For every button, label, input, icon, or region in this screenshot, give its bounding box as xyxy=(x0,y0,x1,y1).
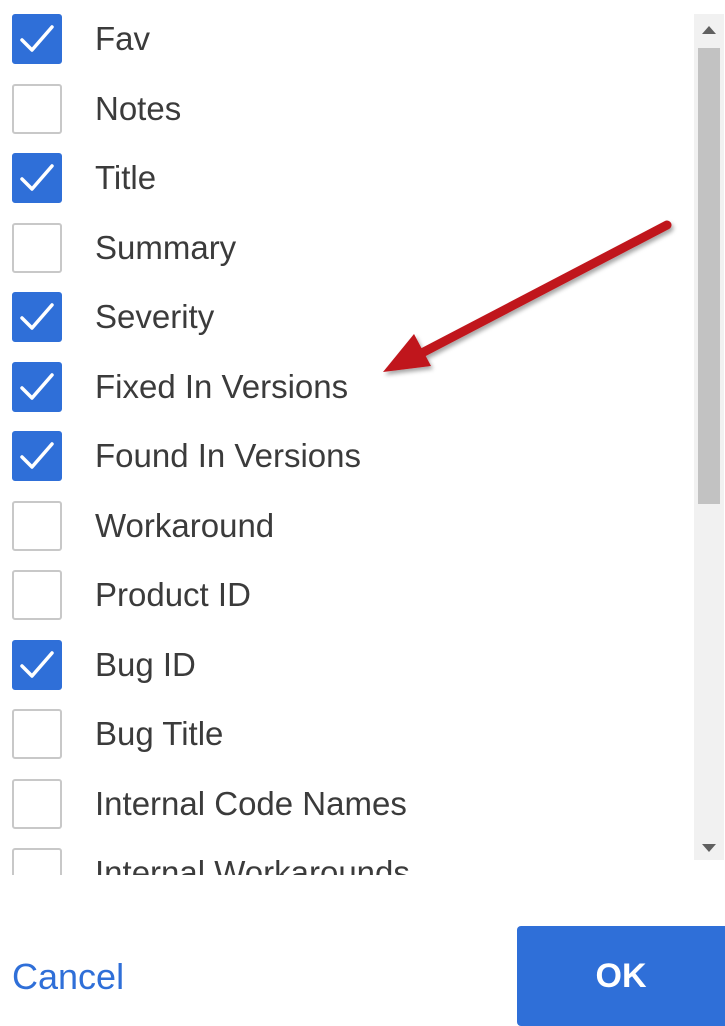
checkbox-workaround[interactable] xyxy=(12,500,62,551)
option-row-internal-code-names[interactable]: Internal Code Names xyxy=(0,774,680,834)
option-row-fixed-in-versions[interactable]: Fixed In Versions xyxy=(0,357,680,417)
column-options-list[interactable]: Fav Notes Title Summary Severity Fixed I… xyxy=(0,0,692,875)
checkbox-bug-id[interactable] xyxy=(12,639,62,690)
option-label-fav: Fav xyxy=(95,20,151,57)
checkbox-internal-code-names[interactable] xyxy=(12,778,62,829)
option-label-bug-id: Bug ID xyxy=(95,645,196,683)
option-row-workaround[interactable]: Workaround xyxy=(0,496,680,556)
checkbox-summary[interactable] xyxy=(12,222,62,273)
option-row-internal-workarounds[interactable]: Internal Workarounds xyxy=(0,843,680,875)
cancel-button[interactable]: Cancel xyxy=(12,955,124,999)
checkbox-internal-workarounds[interactable] xyxy=(12,848,62,875)
option-label-internal-workarounds: Internal Workarounds xyxy=(95,854,410,876)
option-row-title[interactable]: Title xyxy=(0,148,680,208)
option-label-summary: Summary xyxy=(95,228,237,266)
option-label-bug-title: Bug Title xyxy=(95,715,224,752)
option-label-fixed-in-versions: Fixed In Versions xyxy=(95,367,349,405)
option-row-bug-title[interactable]: Bug Title xyxy=(0,704,680,764)
option-row-notes[interactable]: Notes xyxy=(0,79,680,139)
ok-button[interactable]: OK xyxy=(517,926,725,1026)
option-label-severity: Severity xyxy=(95,298,215,335)
checkbox-title[interactable] xyxy=(12,153,62,203)
scroll-down-arrow-icon[interactable] xyxy=(702,844,716,852)
option-label-workaround: Workaround xyxy=(95,506,275,544)
option-label-internal-code-names: Internal Code Names xyxy=(95,784,407,822)
option-row-product-id[interactable]: Product ID xyxy=(0,565,680,625)
option-row-found-in-versions[interactable]: Found In Versions xyxy=(0,426,680,486)
checkbox-fixed-in-versions[interactable] xyxy=(12,361,62,412)
scroll-up-arrow-icon[interactable] xyxy=(702,26,716,34)
checkmark-icon xyxy=(20,164,54,191)
option-row-fav[interactable]: Fav xyxy=(0,9,680,69)
checkbox-notes[interactable] xyxy=(12,83,62,134)
checkbox-fav[interactable] xyxy=(12,14,62,64)
checkmark-icon xyxy=(20,442,54,469)
option-label-found-in-versions: Found In Versions xyxy=(95,437,361,474)
option-label-product-id: Product ID xyxy=(95,576,251,613)
option-row-summary[interactable]: Summary xyxy=(0,218,680,278)
option-row-bug-id[interactable]: Bug ID xyxy=(0,635,680,695)
list-scrollbar[interactable] xyxy=(694,14,724,860)
checkbox-severity[interactable] xyxy=(12,292,62,342)
checkmark-icon xyxy=(20,650,54,678)
checkbox-bug-title[interactable] xyxy=(12,709,62,759)
checkbox-found-in-versions[interactable] xyxy=(12,431,62,481)
checkmark-icon xyxy=(20,372,54,400)
checkmark-icon xyxy=(20,25,54,52)
checkmark-icon xyxy=(20,303,54,330)
checkbox-product-id[interactable] xyxy=(12,570,62,620)
option-row-severity[interactable]: Severity xyxy=(0,287,680,347)
option-label-notes: Notes xyxy=(95,89,182,127)
scroll-thumb[interactable] xyxy=(698,48,720,504)
option-label-title: Title xyxy=(95,159,157,196)
